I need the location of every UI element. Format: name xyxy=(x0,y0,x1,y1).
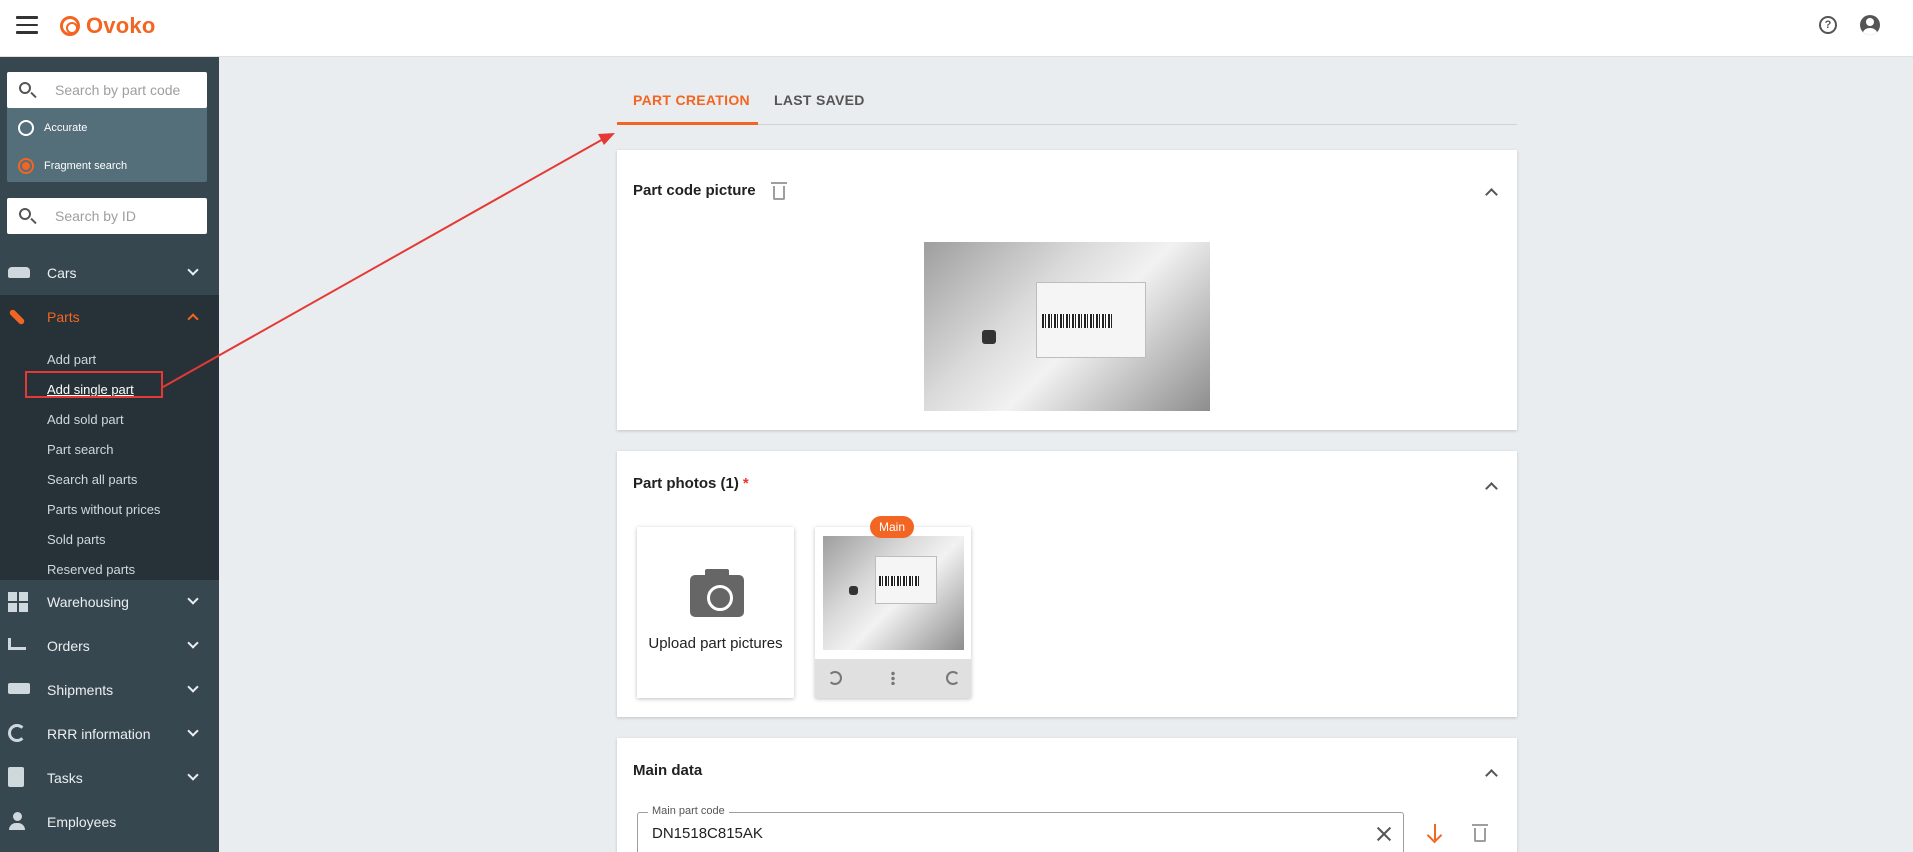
chevron-up-icon xyxy=(187,313,199,325)
part-code-search-panel: Accurate Fragment search xyxy=(7,72,207,182)
part-code-search-box[interactable] xyxy=(7,72,207,108)
required-mark: * xyxy=(742,475,749,492)
card-title-text: Part photos (1) xyxy=(633,475,739,492)
barcode xyxy=(879,576,919,586)
tab-part-creation[interactable]: PART CREATION xyxy=(633,92,750,108)
more-vert-icon[interactable] xyxy=(891,671,895,685)
chevron-down-icon xyxy=(187,725,199,737)
radio-accurate[interactable]: Accurate xyxy=(18,120,87,136)
sidebar-item-label: Orders xyxy=(47,638,90,654)
camera-icon xyxy=(690,569,744,617)
ovoko-logo-icon xyxy=(60,16,80,36)
chevron-down-icon xyxy=(187,593,199,605)
app-name: Ovoko xyxy=(86,13,156,38)
submenu-parts-without-prices[interactable]: Parts without prices xyxy=(47,502,160,517)
thumbnail-actions xyxy=(815,659,971,698)
car-icon xyxy=(8,267,30,278)
trash-icon[interactable] xyxy=(771,182,787,200)
radio-checked-icon xyxy=(18,158,34,174)
chevron-up-icon[interactable] xyxy=(1485,188,1498,201)
main-part-code-field[interactable]: Main part code xyxy=(637,805,1404,852)
tab-bar: PART CREATION LAST SAVED xyxy=(617,80,1517,125)
card-title: Main data xyxy=(633,762,703,779)
warehouse-icon xyxy=(8,592,30,612)
radio-fragment-search[interactable]: Fragment search xyxy=(18,158,127,174)
tab-last-saved[interactable]: LAST SAVED xyxy=(774,92,865,108)
sidebar-item-parts[interactable]: Parts xyxy=(0,295,219,339)
help-icon[interactable]: ? xyxy=(1819,16,1837,34)
radio-fragment-label: Fragment search xyxy=(44,160,128,172)
sidebar-item-label: Cars xyxy=(47,265,77,281)
menu-icon[interactable] xyxy=(16,16,38,34)
submenu-part-search[interactable]: Part search xyxy=(47,442,113,457)
id-search-input[interactable] xyxy=(55,206,195,226)
sidebar: Accurate Fragment search Cars Parts Add … xyxy=(0,57,219,852)
cart-icon xyxy=(8,638,26,650)
hole xyxy=(849,586,858,595)
radio-accurate-label: Accurate xyxy=(44,122,88,134)
rotate-left-icon[interactable] xyxy=(828,671,842,685)
submenu-add-sold-part[interactable]: Add sold part xyxy=(47,412,124,427)
submenu-search-all-parts[interactable]: Search all parts xyxy=(47,472,137,487)
clear-icon[interactable] xyxy=(1376,826,1392,842)
logo[interactable]: Ovoko xyxy=(60,13,155,39)
active-tab-indicator xyxy=(617,122,758,125)
hole xyxy=(982,330,996,344)
chevron-down-icon xyxy=(187,769,199,781)
submenu-add-part[interactable]: Add part xyxy=(47,352,96,367)
truck-icon xyxy=(8,683,30,694)
sync-icon xyxy=(8,724,26,742)
sidebar-item-employees[interactable]: Employees xyxy=(0,800,219,844)
part-code-search-input[interactable] xyxy=(55,80,195,100)
part-code-picture-card: Part code picture xyxy=(617,150,1517,430)
id-search-box[interactable] xyxy=(7,198,207,234)
main-part-code-input[interactable] xyxy=(652,825,1352,842)
submenu-reserved-parts[interactable]: Reserved parts xyxy=(47,562,135,577)
chevron-down-icon xyxy=(187,681,199,693)
photo-thumbnail[interactable] xyxy=(815,527,971,698)
chevron-up-icon[interactable] xyxy=(1485,769,1498,782)
upload-label: Upload part pictures xyxy=(648,635,783,652)
chevron-down-icon xyxy=(187,637,199,649)
sidebar-item-warehousing[interactable]: Warehousing xyxy=(0,580,219,624)
annotation-arrow-line xyxy=(162,137,606,388)
sidebar-item-label: Employees xyxy=(47,814,117,830)
top-bar: Ovoko ? xyxy=(0,0,1913,57)
sidebar-item-label: Tasks xyxy=(47,770,83,786)
upload-pictures-button[interactable]: Upload part pictures xyxy=(637,527,794,698)
sidebar-item-label: Warehousing xyxy=(47,594,129,610)
radio-unchecked-icon xyxy=(18,120,34,136)
employee-icon xyxy=(8,812,26,830)
rotate-right-icon[interactable] xyxy=(946,671,960,685)
sidebar-item-rrr-information[interactable]: RRR information xyxy=(0,712,219,756)
submenu-sold-parts[interactable]: Sold parts xyxy=(47,532,106,547)
arrow-down-icon[interactable] xyxy=(1427,824,1443,842)
chevron-down-icon xyxy=(187,264,199,276)
annotation-highlight-box xyxy=(25,371,163,398)
search-icon xyxy=(19,208,31,220)
account-icon[interactable] xyxy=(1860,15,1880,35)
card-title: Part photos (1) * xyxy=(633,475,749,492)
sidebar-item-label: RRR information xyxy=(47,726,151,742)
main-badge: Main xyxy=(870,516,914,538)
sidebar-item-shipments[interactable]: Shipments xyxy=(0,668,219,712)
task-icon xyxy=(8,767,24,787)
photo-image[interactable] xyxy=(823,536,964,650)
trash-icon[interactable] xyxy=(1472,824,1488,842)
chevron-up-icon[interactable] xyxy=(1485,482,1498,495)
sidebar-item-label: Shipments xyxy=(47,682,114,698)
sidebar-item-tasks[interactable]: Tasks xyxy=(0,756,219,800)
search-icon xyxy=(19,82,31,94)
barcode xyxy=(1042,314,1112,328)
part-code-image[interactable] xyxy=(924,242,1210,411)
sidebar-item-orders[interactable]: Orders xyxy=(0,624,219,668)
sidebar-item-label: Parts xyxy=(47,309,80,325)
card-title: Part code picture xyxy=(633,182,756,199)
field-label: Main part code xyxy=(648,805,729,817)
annotation-arrow-head xyxy=(598,133,615,145)
sidebar-item-cars[interactable]: Cars xyxy=(0,251,219,295)
wrench-icon xyxy=(8,308,26,326)
